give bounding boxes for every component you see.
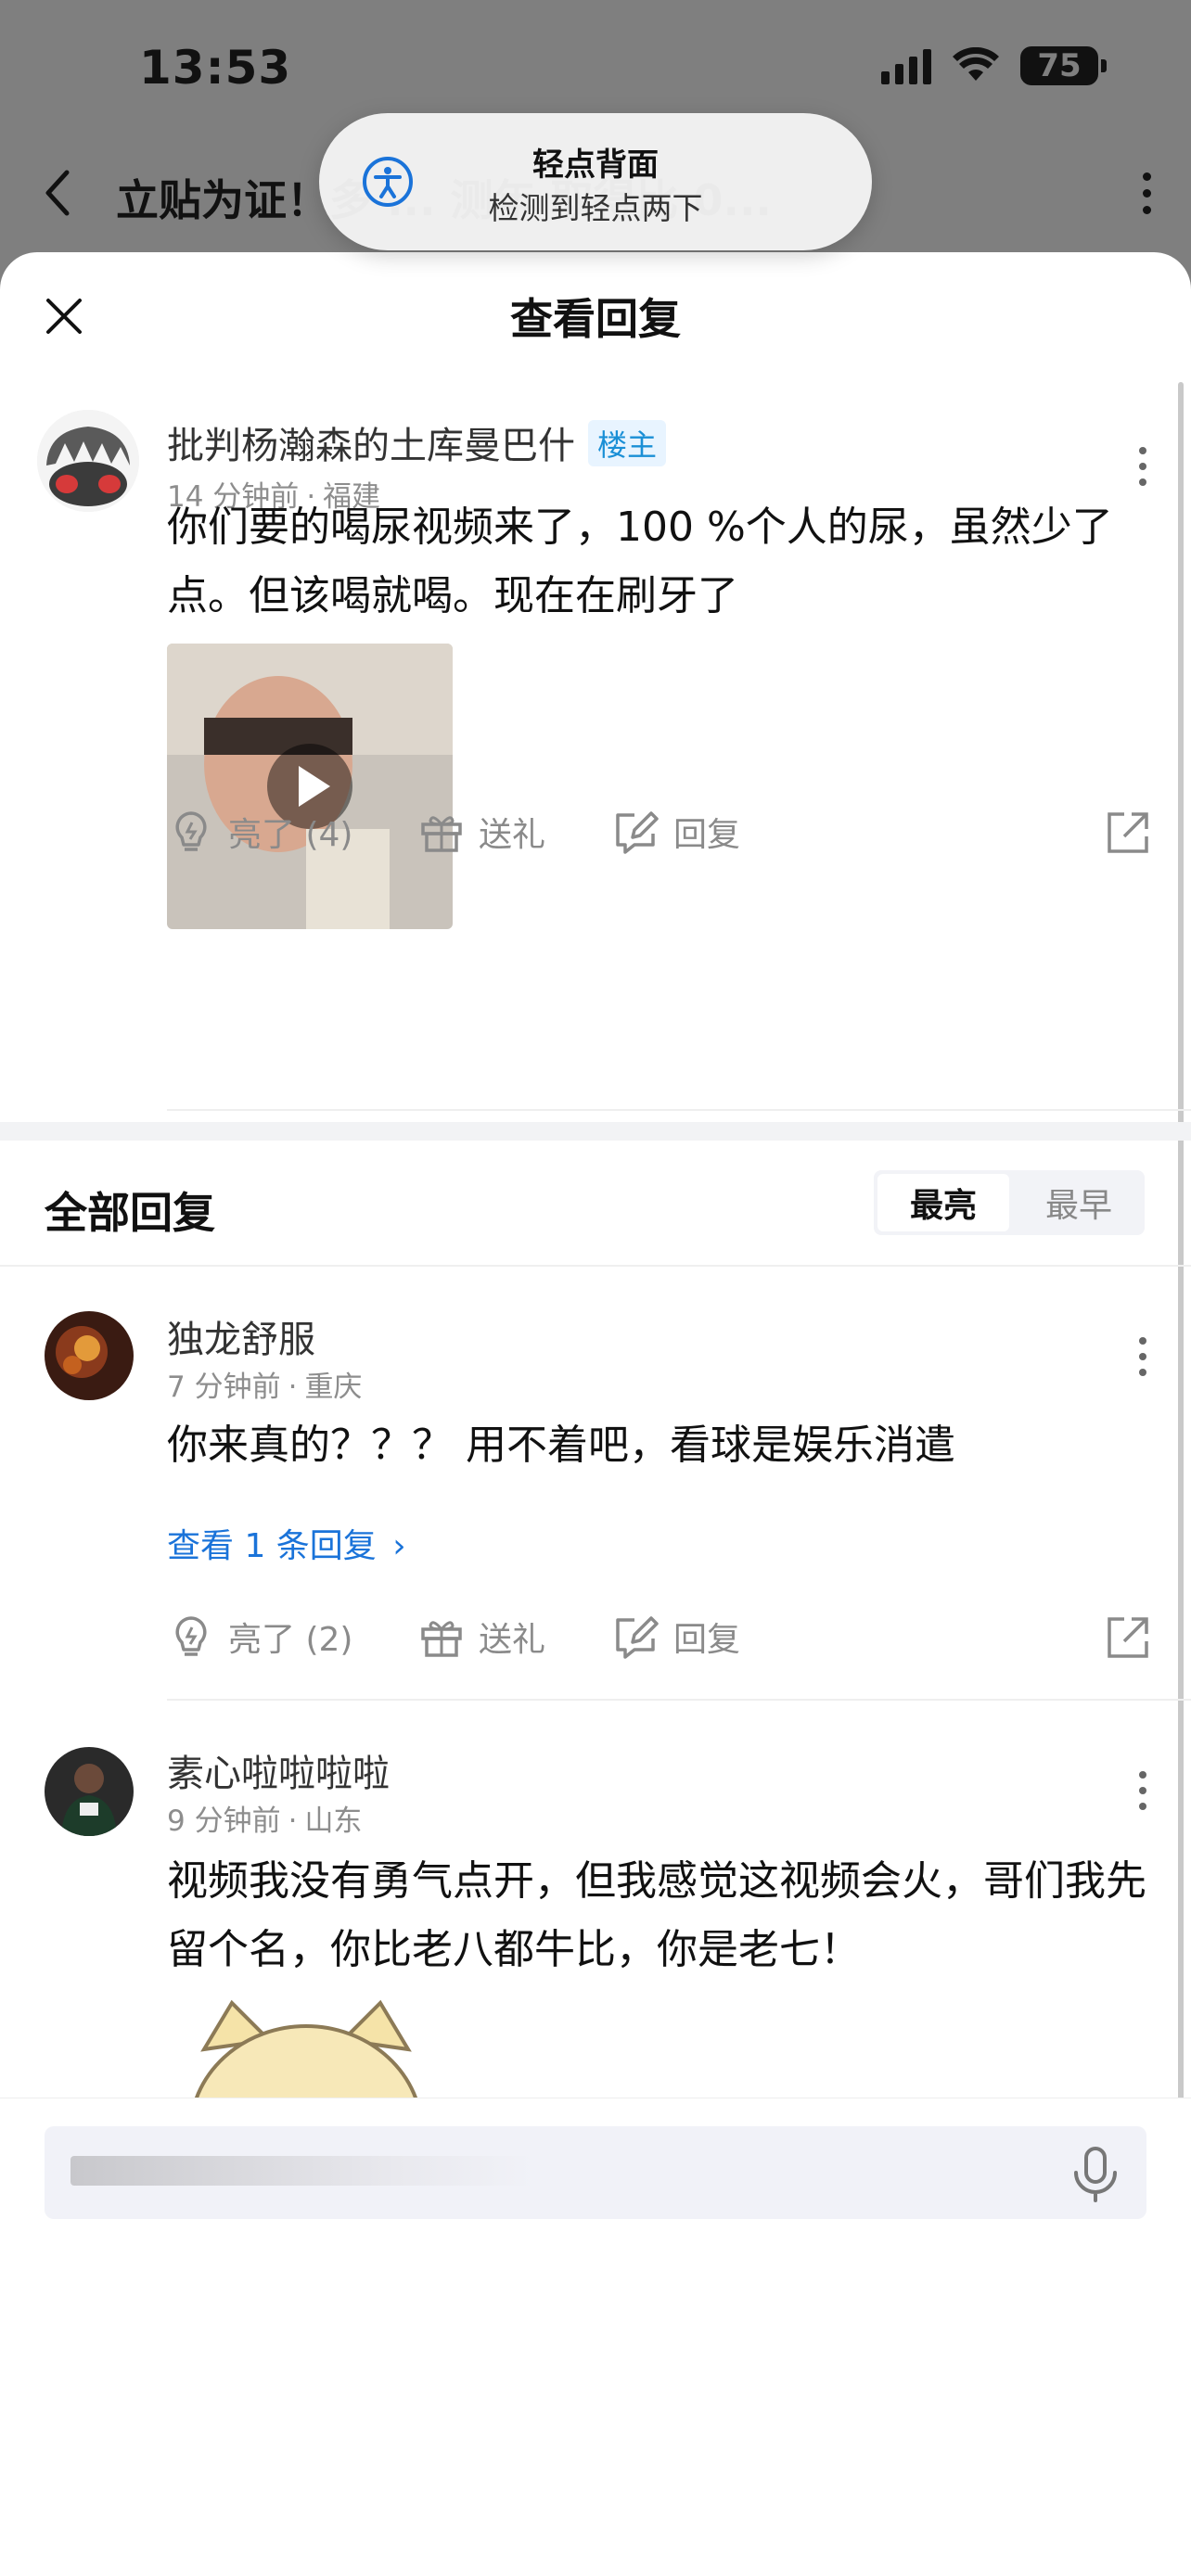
divider [167, 1699, 1191, 1701]
gift-label: 送礼 [479, 816, 546, 854]
cellular-signal-icon [881, 47, 931, 84]
section-gap [0, 1122, 1191, 1141]
author-name[interactable]: 批判杨瀚森的土库曼巴什 楼主 [167, 415, 667, 469]
edit-icon [616, 1616, 659, 1659]
chevron-right-icon: › [392, 1527, 406, 1565]
author-name[interactable]: 独龙舒服 [167, 1309, 315, 1363]
divider [0, 1265, 1191, 1267]
reply-button[interactable]: 回复 [612, 1604, 740, 1669]
sheet-title: 查看回复 [510, 294, 681, 344]
gift-button[interactable]: 送礼 [417, 1604, 545, 1669]
status-time: 13:53 [139, 41, 292, 95]
gift-button[interactable]: 送礼 [417, 799, 545, 864]
comment-text: 视频我没有勇气点开，但我感觉这视频会火，哥们我先留个名，你比老八都牛比，你是老七… [167, 1857, 1146, 1973]
avatar[interactable] [37, 410, 139, 512]
sort-early-tab[interactable]: 最早 [1013, 1170, 1145, 1235]
microphone-icon[interactable] [1069, 2145, 1122, 2204]
op-badge: 楼主 [588, 420, 667, 466]
reply-button[interactable]: 回复 [612, 799, 740, 864]
view-replies-text: 查看 1 条回复 [167, 1527, 377, 1565]
sort-hot-tab[interactable]: 最亮 [877, 1174, 1009, 1231]
banner-title: 轻点背面 [532, 147, 659, 184]
avatar-image [37, 410, 139, 512]
author-name-text: 批判杨瀚森的土库曼巴什 [167, 425, 575, 467]
share-icon[interactable] [1104, 809, 1152, 857]
avatar-image [45, 1311, 134, 1400]
gift-icon [421, 1621, 462, 1657]
status-icons: 75 [881, 46, 1107, 85]
video-frame [167, 644, 453, 929]
edit-icon [616, 811, 659, 854]
avatar-image [45, 1747, 134, 1836]
reply-label: 回复 [673, 1621, 741, 1659]
more-options-icon[interactable] [1143, 172, 1154, 214]
screen: 13:53 75 立贴为证！多 ... 测年 取得比 0... 轻点背面 [0, 0, 1191, 2576]
comment-meta: 7 分钟前 · 重庆 [167, 1371, 363, 1404]
battery-icon: 75 [1020, 46, 1107, 85]
more-options-icon[interactable] [1139, 1337, 1150, 1376]
sheet-header: 查看回复 [0, 252, 1191, 382]
input-placeholder [70, 2156, 534, 2186]
back-arrow-icon[interactable] [35, 165, 80, 221]
gift-icon [421, 816, 462, 852]
comment-meta: 9 分钟前 · 山东 [167, 1804, 363, 1838]
reply-input[interactable] [45, 2126, 1146, 2219]
comment-time: 9 分钟前 [167, 1804, 281, 1838]
all-replies-title: 全部回复 [45, 1188, 215, 1238]
lightbulb-icon [175, 811, 207, 851]
reply-sheet: 查看回复 批判杨瀚森的土库曼巴什 楼主 14 分钟前 · 福建 你们要的喝尿视频… [0, 252, 1191, 2576]
comment-actions: 亮了 (4) 送礼 回复 [167, 799, 1169, 864]
video-thumbnail[interactable] [167, 644, 453, 929]
wifi-icon [953, 47, 999, 81]
comment-location: 山东 [304, 1804, 363, 1838]
avatar[interactable] [45, 1311, 134, 1400]
like-button[interactable]: 亮了 (2) [167, 1604, 352, 1669]
divider [167, 1109, 1191, 1111]
comment-time: 7 分钟前 [167, 1371, 281, 1404]
reply-label: 回复 [673, 816, 741, 854]
lightbulb-icon [175, 1616, 207, 1656]
like-count: 亮了 (4) [228, 816, 353, 854]
comment-text: 你们要的喝尿视频来了，100 %个人的尿，虽然少了点。但该喝就喝。现在在刷牙了 [167, 504, 1113, 619]
reply-input-bar [0, 2098, 1191, 2324]
more-options-icon[interactable] [1139, 447, 1150, 486]
more-options-icon[interactable] [1139, 1771, 1150, 1810]
share-icon[interactable] [1104, 1613, 1152, 1662]
like-button[interactable]: 亮了 (4) [167, 799, 352, 864]
main-comment: 批判杨瀚森的土库曼巴什 楼主 14 分钟前 · 福建 你们要的喝尿视频来了，100 %… [0, 410, 1191, 1115]
banner-subtitle: 检测到轻点两下 [488, 190, 703, 226]
avatar[interactable] [45, 1747, 134, 1836]
gift-label: 送礼 [479, 1621, 546, 1659]
comment-location: 重庆 [304, 1371, 363, 1404]
comment-text: 你来真的？？？ 用不着吧，看球是娱乐消遣 [167, 1422, 955, 1469]
comment-actions: 亮了 (2) 送礼 回复 [167, 1604, 1169, 1669]
like-count: 亮了 (2) [228, 1621, 353, 1659]
view-replies-link[interactable]: 查看 1 条回复 › [167, 1519, 406, 1567]
back-tap-banner: 轻点背面 检测到轻点两下 [319, 113, 872, 250]
sort-toggle: 最亮 最早 [874, 1170, 1145, 1235]
author-name[interactable]: 素心啦啦啦啦 [167, 1743, 390, 1797]
